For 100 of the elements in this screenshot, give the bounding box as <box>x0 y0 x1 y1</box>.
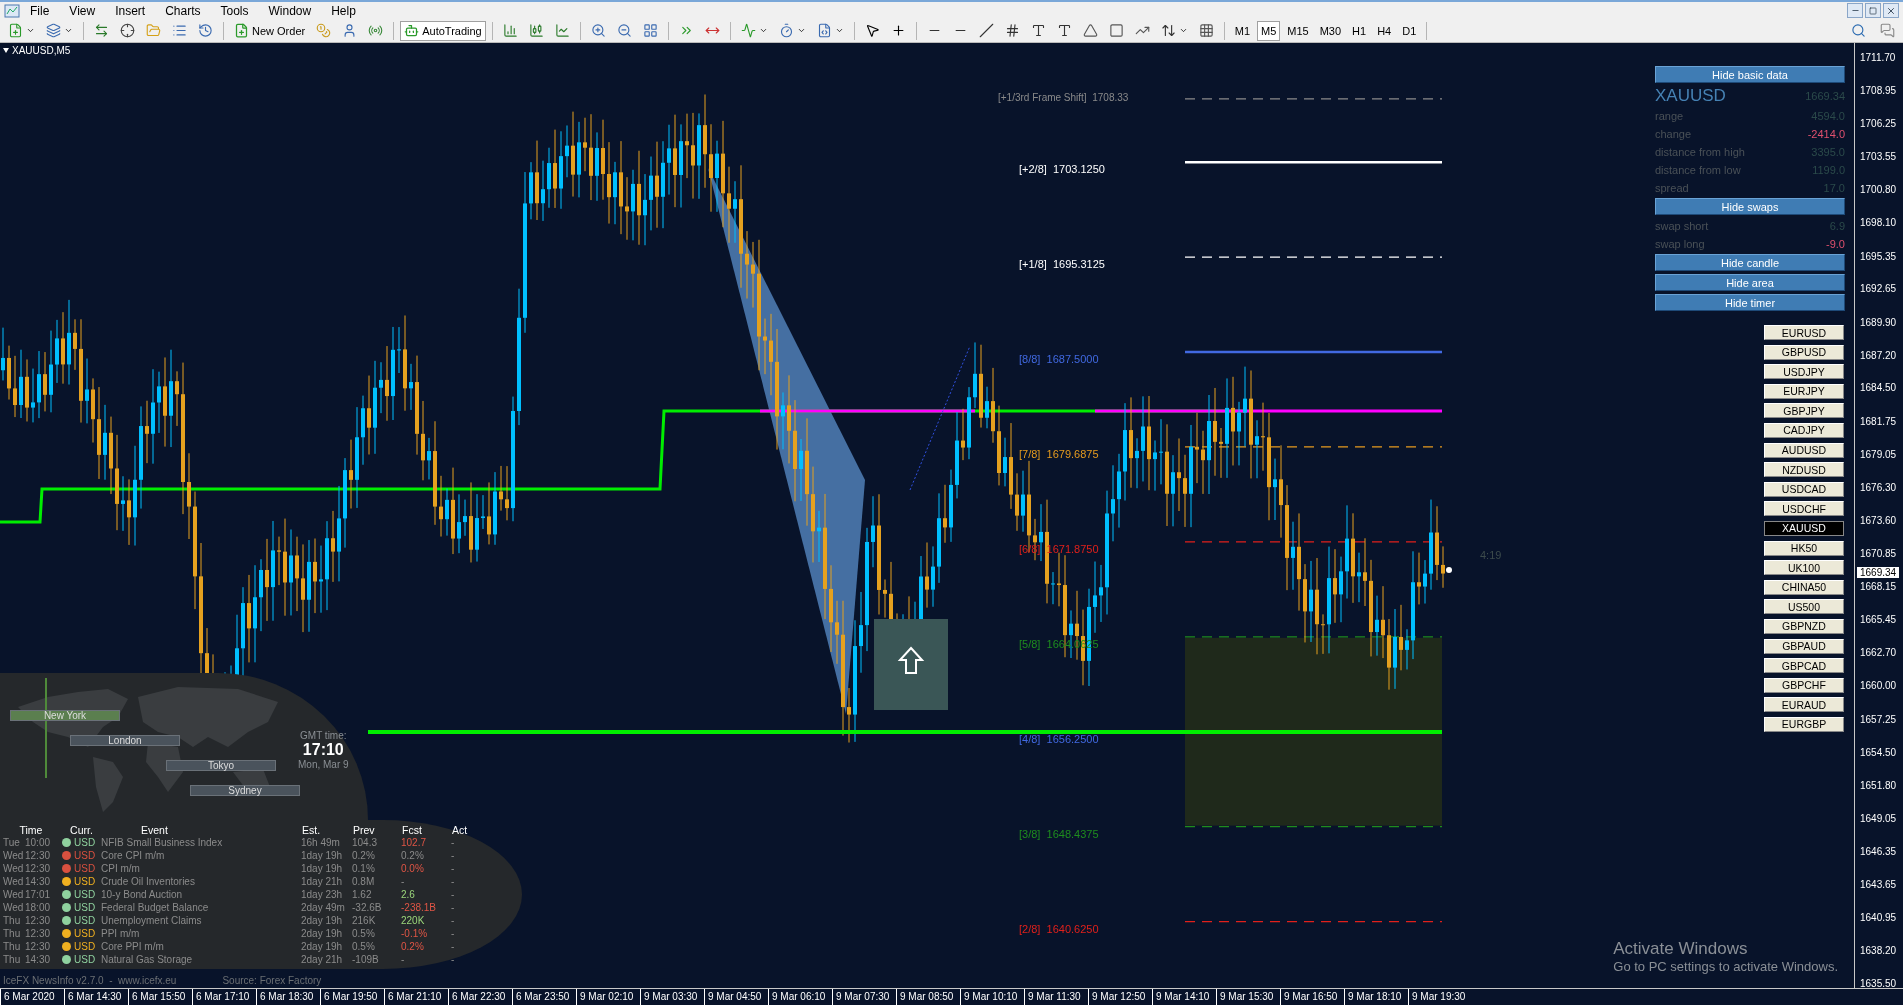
table-cell-text: 12:30 <box>25 941 52 952</box>
caret-icon <box>64 26 73 35</box>
time-axis-label: 6 Mar 14:30 <box>64 989 128 1005</box>
table-cell-text: Natural Gas Storage <box>101 954 194 965</box>
symbol-button[interactable]: UK100 <box>1764 560 1844 576</box>
table-cell-text: Tue <box>3 837 21 848</box>
close-icon[interactable] <box>1883 3 1899 18</box>
menu-item[interactable]: File <box>20 3 60 18</box>
table-cell-text: 0.1% <box>352 863 376 874</box>
new-order-button[interactable]: New Order <box>230 20 310 41</box>
panel-button[interactable]: Hide basic data <box>1655 66 1845 83</box>
session-bar: Tokyo <box>166 760 276 771</box>
time-axis-label: 6 Mar 21:10 <box>384 989 448 1005</box>
column-header: Act <box>451 823 469 836</box>
news-footer: IceFX NewsInfo v2.7.0 - www.icefx.eu <box>3 975 177 986</box>
symbol-button[interactable]: GBPCAD <box>1764 658 1844 674</box>
symbol-button[interactable]: USDCAD <box>1764 481 1844 497</box>
symbol-button[interactable]: CHINA50 <box>1764 579 1844 595</box>
info-label: distance from high <box>1655 145 1745 158</box>
menu-item[interactable]: View <box>59 3 106 18</box>
robot-icon <box>404 23 420 38</box>
symbol-button[interactable]: NZDUSD <box>1764 462 1844 478</box>
caret-icon <box>758 26 768 35</box>
time-axis-label: 6 Mar 15:50 <box>128 989 192 1005</box>
table-cell-text: 104.3 <box>352 837 379 848</box>
table-cell-text: USD <box>74 954 97 965</box>
timeframe-button[interactable]: M1 <box>1230 20 1254 41</box>
table-cell-text: Thu <box>3 928 22 939</box>
time-axis-label: 9 Mar 14:10 <box>1152 989 1216 1005</box>
price-axis-label: 1657.25 <box>1860 713 1897 725</box>
level-label: [+2/8] 1703.1250 <box>1019 163 1105 176</box>
column-header: Curr. <box>69 823 94 836</box>
symbol-button[interactable]: GBPJPY <box>1764 403 1844 419</box>
price-axis-label: 1700.80 <box>1860 184 1897 196</box>
table-cell-text: 14:30 <box>25 954 52 965</box>
info-label: swap short <box>1655 219 1709 232</box>
symbol-button[interactable]: EURGBP <box>1764 716 1844 732</box>
menu-item[interactable]: Tools <box>210 3 259 18</box>
time-axis-label: 9 Mar 08:50 <box>896 989 960 1005</box>
symbol-button[interactable]: HK50 <box>1764 540 1844 556</box>
table-cell-text: Unemployment Claims <box>101 915 203 926</box>
menu-item[interactable]: Charts <box>155 3 211 18</box>
table-cell-text: 2.6 <box>401 889 416 900</box>
price-axis-label: 1692.65 <box>1860 283 1897 295</box>
time-axis-label: 6 Mar 19:50 <box>320 989 384 1005</box>
timeframe-button[interactable]: M15 <box>1283 20 1313 41</box>
info-label: change <box>1655 127 1692 140</box>
symbol-button[interactable]: AUDUSD <box>1764 442 1844 458</box>
table-cell-text: Core CPI m/m <box>101 850 166 861</box>
table-cell-text: - <box>451 850 456 861</box>
price-axis-label: 1635.50 <box>1860 977 1897 989</box>
timeframe-button[interactable]: M5 <box>1257 20 1281 41</box>
table-cell-text: Federal Budget Balance <box>101 902 210 913</box>
symbol-button[interactable]: US500 <box>1764 599 1844 615</box>
symbol-button[interactable]: GBPNZD <box>1764 618 1844 634</box>
table-cell-text: 12:30 <box>25 915 52 926</box>
timeframe-button[interactable]: D1 <box>1398 20 1421 41</box>
panel-button[interactable]: Hide candle <box>1655 254 1845 271</box>
timeframe-button[interactable]: M30 <box>1315 20 1346 41</box>
table-cell-text: -32.6B <box>352 902 383 913</box>
table-cell: Wed <box>3 863 25 874</box>
table-cell-text: 0.0% <box>401 863 425 874</box>
table-cell-text: - <box>401 876 406 887</box>
symbol-button[interactable]: GBPAUD <box>1764 638 1844 654</box>
menu-item[interactable]: Insert <box>105 3 156 18</box>
info-label: swap long <box>1655 237 1705 250</box>
timeframe-button[interactable]: H4 <box>1373 20 1396 41</box>
auto-trading-button[interactable]: AutoTrading <box>400 20 486 41</box>
symbol-button[interactable]: CADJPY <box>1764 422 1844 438</box>
panel-button[interactable]: Hide timer <box>1655 294 1845 311</box>
symbol-button[interactable]: USDJPY <box>1764 364 1844 380</box>
level-label: [3/8] 1648.4375 <box>1019 827 1099 840</box>
time-axis-label: 9 Mar 15:30 <box>1216 989 1280 1005</box>
table-cell-text: - <box>451 915 456 926</box>
time-axis-label: 9 Mar 02:10 <box>576 989 640 1005</box>
caret-icon <box>834 26 844 35</box>
table-cell-text: USD <box>74 863 97 874</box>
symbol-button[interactable]: USDCHF <box>1764 501 1844 517</box>
symbol-button[interactable]: GBPCHF <box>1764 677 1844 693</box>
symbol-button[interactable]: EURJPY <box>1764 383 1844 399</box>
table-cell-text: USD <box>74 850 97 861</box>
menu-item[interactable]: Help <box>321 3 366 18</box>
price-axis-label: 1646.35 <box>1860 846 1897 857</box>
panel-button[interactable]: Hide swaps <box>1655 198 1845 215</box>
timeframe-button[interactable]: H1 <box>1348 20 1371 41</box>
symbol-button[interactable]: EURUSD <box>1764 325 1844 340</box>
menu-item[interactable]: Window <box>258 3 322 18</box>
table-cell-text: CPI m/m <box>101 863 141 874</box>
symbol-button[interactable]: EURAUD <box>1764 697 1844 713</box>
table-cell-text: 12:30 <box>25 850 52 861</box>
session-bar: Sydney <box>190 785 300 796</box>
table-cell-text: USD <box>74 902 97 913</box>
table-cell-text: USD <box>74 915 97 926</box>
panel-button[interactable]: Hide area <box>1655 274 1845 291</box>
column-header: Event <box>140 823 169 836</box>
symbol-button[interactable]: XAUUSD <box>1764 520 1844 536</box>
symbol-button[interactable]: GBPUSD <box>1764 344 1844 360</box>
minimize-icon[interactable] <box>1847 3 1863 18</box>
table-cell-text: -109B <box>352 954 380 965</box>
activation-text: Go to PC settings to activate Windows. <box>1613 959 1838 974</box>
